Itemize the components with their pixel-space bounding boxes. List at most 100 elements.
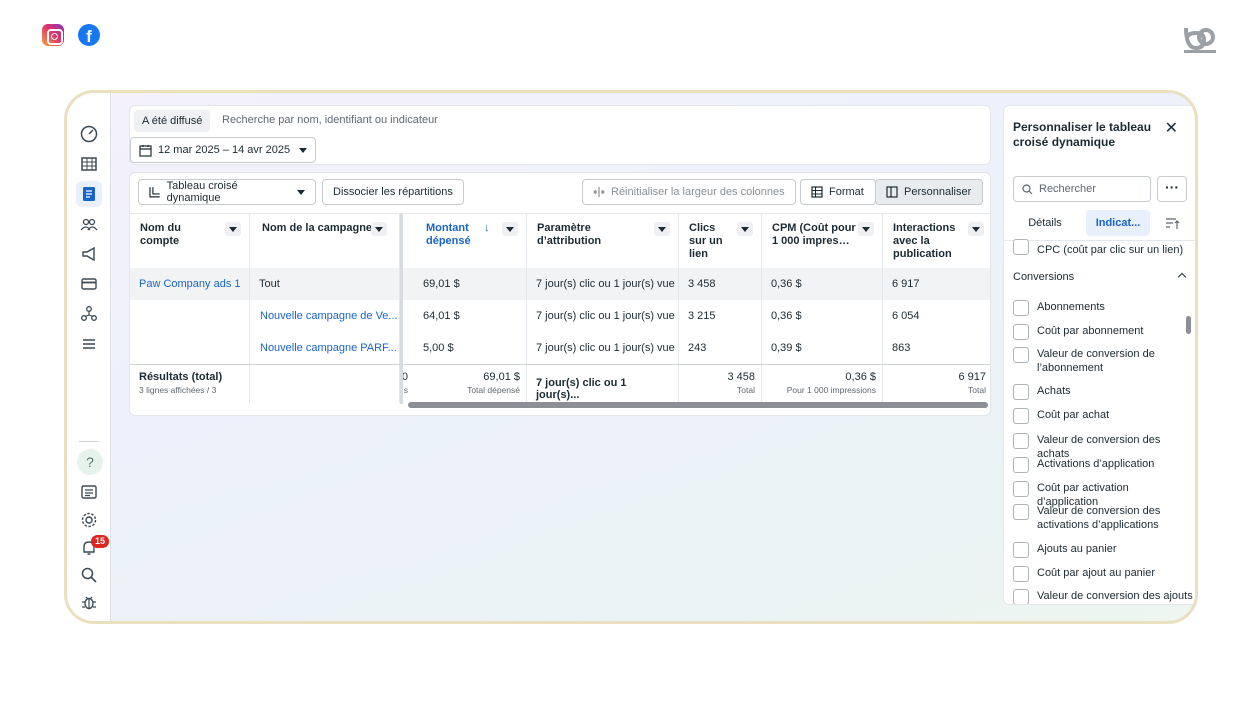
cell-account[interactable]: Paw Company ads 1 bbox=[130, 268, 250, 300]
left-nav: ? 15 bbox=[67, 93, 111, 621]
checkbox[interactable] bbox=[1013, 384, 1029, 400]
section-conversions[interactable]: Conversions bbox=[1013, 271, 1189, 283]
table-icon[interactable] bbox=[76, 151, 102, 177]
chevron-up-icon[interactable] bbox=[1177, 272, 1187, 282]
checkbox[interactable] bbox=[1013, 542, 1029, 558]
metric-option[interactable]: Coût par abonnement bbox=[1013, 324, 1191, 340]
split-breakdowns-button[interactable]: Dissocier les répartitions bbox=[322, 179, 464, 205]
tab-details[interactable]: Détails bbox=[1013, 210, 1077, 236]
table-row[interactable]: Nouvelle campagne PARF... 5,00 $ 7 jour(… bbox=[130, 332, 990, 364]
column-menu-icon[interactable] bbox=[968, 222, 984, 236]
table-row[interactable]: Nouvelle campagne de Ve... 64,01 $ 7 jou… bbox=[130, 300, 990, 332]
more-options-button[interactable]: ··· bbox=[1157, 176, 1187, 202]
checkbox[interactable] bbox=[1013, 504, 1029, 520]
cell-campaign[interactable]: Nouvelle campagne PARF... bbox=[250, 332, 400, 364]
cell-engagement: 6 917 bbox=[892, 278, 920, 290]
dashboard-icon[interactable] bbox=[76, 121, 102, 147]
column-header-cpm[interactable]: CPM (Coût pour 1 000 impres… bbox=[762, 214, 883, 268]
checkbox[interactable] bbox=[1013, 566, 1029, 582]
cell-clicks: 3 458 bbox=[679, 268, 762, 300]
news-icon[interactable] bbox=[76, 479, 102, 505]
brand-logo bbox=[1184, 27, 1216, 53]
checkbox[interactable] bbox=[1013, 324, 1029, 340]
format-button[interactable]: Format bbox=[800, 179, 876, 205]
frozen-column-divider[interactable] bbox=[400, 214, 403, 404]
chevron-down-icon bbox=[299, 147, 307, 153]
totals-row: Résultats (total) 3 lignes affichées / 3… bbox=[130, 364, 990, 403]
search-input[interactable]: Recherche par nom, identifiant ou indica… bbox=[222, 114, 438, 126]
metric-option[interactable]: Valeur de conversion de l’abonnement bbox=[1013, 347, 1191, 375]
business-icon[interactable] bbox=[76, 301, 102, 327]
menu-icon[interactable] bbox=[76, 331, 102, 357]
facebook-icon[interactable]: f bbox=[78, 24, 100, 46]
metric-option-label: Ajouts au panier bbox=[1037, 543, 1117, 555]
metric-option[interactable]: CPC (coût par clic sur un lien) bbox=[1013, 239, 1191, 257]
column-menu-icon[interactable] bbox=[225, 222, 241, 236]
metric-option[interactable]: Achats bbox=[1013, 384, 1191, 400]
reports-icon[interactable] bbox=[76, 181, 102, 207]
column-header-account[interactable]: Nom du compte bbox=[130, 214, 250, 268]
close-icon[interactable]: ✕ bbox=[1165, 118, 1178, 138]
instagram-icon[interactable] bbox=[42, 24, 64, 46]
metric-option-label: Abonnements bbox=[1037, 301, 1105, 313]
metric-option[interactable]: Valeur de conversion des activations d’a… bbox=[1013, 504, 1191, 532]
column-menu-icon[interactable] bbox=[737, 222, 753, 236]
checkbox[interactable] bbox=[1013, 300, 1029, 316]
customize-button[interactable]: Personnaliser bbox=[875, 179, 983, 205]
column-header-clicks[interactable]: Clics sur un lien bbox=[679, 214, 762, 268]
metric-option[interactable]: Abonnements bbox=[1013, 300, 1191, 316]
column-header-engagement[interactable]: Interactions avec la publication bbox=[883, 214, 990, 268]
column-header-campaign[interactable]: Nom de la campagne bbox=[250, 214, 400, 268]
filter-chip-delivered[interactable]: A été diffusé bbox=[134, 110, 211, 132]
column-header-attribution[interactable]: Paramètre d’attribution bbox=[527, 214, 679, 268]
metric-option[interactable]: Ajouts au panier bbox=[1013, 542, 1191, 558]
view-selector[interactable]: Tableau croisé dynamique bbox=[138, 179, 316, 205]
cell-attribution: 7 jour(s) clic ou 1 jour(s) vue bbox=[527, 268, 679, 300]
checkbox[interactable] bbox=[1013, 347, 1029, 363]
totals-clipped-value: 0 bbox=[401, 371, 408, 383]
table-row[interactable]: Paw Company ads 1 Tout 69,01 $ 7 jour(s)… bbox=[130, 268, 990, 300]
metric-option[interactable]: Coût par achat bbox=[1013, 408, 1191, 424]
sort-desc-icon[interactable]: ↓ bbox=[484, 222, 490, 235]
column-header-spend[interactable]: Montant dépensé ↓ bbox=[414, 214, 527, 268]
metric-option[interactable]: Activations d’application bbox=[1013, 457, 1191, 473]
search-icon[interactable] bbox=[76, 562, 102, 588]
column-menu-icon[interactable] bbox=[371, 222, 387, 236]
panel-search-placeholder: Rechercher bbox=[1039, 183, 1096, 195]
social-icons: f bbox=[42, 24, 100, 46]
metric-option[interactable]: Valeur de conversion des ajouts au panie… bbox=[1013, 589, 1195, 604]
tab-metrics[interactable]: Indicat... bbox=[1086, 210, 1150, 236]
settings-icon[interactable] bbox=[76, 507, 102, 533]
checkbox[interactable] bbox=[1013, 589, 1029, 604]
metric-option[interactable]: Coût par ajout au panier bbox=[1013, 566, 1191, 582]
cell-cpm: 0,39 $ bbox=[762, 332, 883, 364]
totals-engagement-sub: Total bbox=[968, 385, 986, 395]
audiences-icon[interactable] bbox=[76, 211, 102, 237]
date-range-picker[interactable]: 12 mar 2025 – 14 avr 2025 bbox=[130, 137, 316, 163]
reset-column-width-button[interactable]: Réinitialiser la largeur des colonnes bbox=[582, 179, 796, 205]
cell-clicks: 243 bbox=[679, 332, 762, 364]
notification-badge: 15 bbox=[91, 535, 109, 548]
help-icon[interactable]: ? bbox=[77, 449, 103, 475]
checkbox[interactable] bbox=[1013, 408, 1029, 424]
column-menu-icon[interactable] bbox=[502, 222, 518, 236]
cell-campaign[interactable]: Nouvelle campagne de Ve... bbox=[250, 300, 400, 332]
cell-campaign[interactable]: Tout bbox=[250, 268, 400, 300]
reset-column-width-label: Réinitialiser la largeur des colonnes bbox=[611, 186, 785, 198]
bug-icon[interactable] bbox=[76, 589, 102, 615]
checkbox[interactable] bbox=[1013, 239, 1029, 255]
column-menu-icon[interactable] bbox=[654, 222, 670, 236]
horizontal-scrollbar[interactable] bbox=[408, 402, 988, 408]
checkbox[interactable] bbox=[1013, 433, 1029, 449]
checkbox[interactable] bbox=[1013, 457, 1029, 473]
billing-icon[interactable] bbox=[76, 271, 102, 297]
sort-icon[interactable] bbox=[1164, 216, 1180, 232]
metric-option-label: Coût par abonnement bbox=[1037, 325, 1144, 337]
megaphone-icon[interactable] bbox=[76, 241, 102, 267]
cell-account bbox=[130, 300, 250, 332]
panel-search-input[interactable]: Rechercher bbox=[1013, 176, 1151, 202]
column-menu-icon[interactable] bbox=[858, 222, 874, 236]
screenshot-frame: ? 15 A été diffusé Recherche par nom, id… bbox=[64, 90, 1198, 624]
checkbox[interactable] bbox=[1013, 481, 1029, 497]
totals-clicks: 3 458 bbox=[727, 371, 755, 383]
